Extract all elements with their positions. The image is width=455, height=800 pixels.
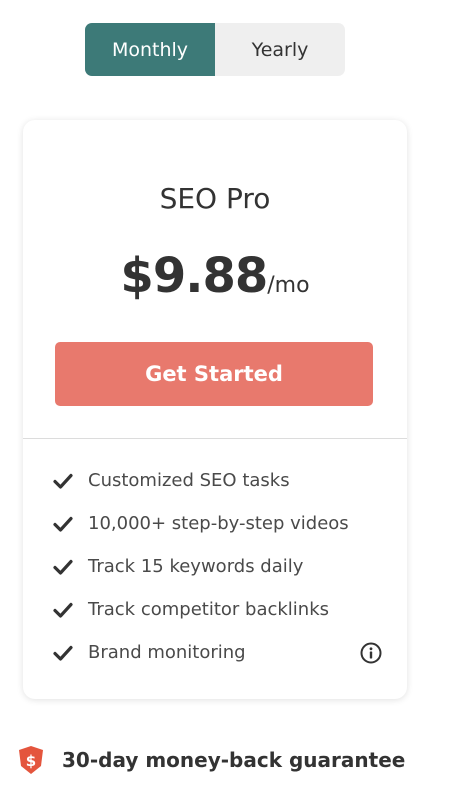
billing-toggle: Monthly Yearly xyxy=(85,23,345,76)
price-amount: $9.88 xyxy=(120,248,268,304)
monthly-toggle-button[interactable]: Monthly xyxy=(85,23,215,76)
money-back-guarantee: $ 30-day money-back guarantee xyxy=(18,745,405,775)
checkmark-icon xyxy=(52,601,74,619)
plan-price: $9.88/mo xyxy=(23,248,407,304)
pricing-card: SEO Pro $9.88/mo Get Started Customized … xyxy=(23,120,407,699)
feature-item: Customized SEO tasks xyxy=(52,459,382,502)
price-period: /mo xyxy=(267,273,310,298)
shield-glyph: $ xyxy=(26,752,36,770)
guarantee-text: 30-day money-back guarantee xyxy=(62,748,406,772)
feature-label: Track 15 keywords daily xyxy=(88,556,304,577)
feature-item: 10,000+ step-by-step videos xyxy=(52,502,382,545)
feature-item: Brand monitoring xyxy=(52,631,382,674)
feature-list: Customized SEO tasks 10,000+ step-by-ste… xyxy=(52,459,382,674)
info-icon[interactable] xyxy=(360,642,382,664)
feature-label: Brand monitoring xyxy=(88,642,246,663)
feature-item: Track 15 keywords daily xyxy=(52,545,382,588)
dollar-shield-icon: $ xyxy=(18,745,44,775)
checkmark-icon xyxy=(52,644,74,662)
yearly-toggle-button[interactable]: Yearly xyxy=(215,23,345,76)
card-divider xyxy=(23,438,407,439)
plan-name: SEO Pro xyxy=(159,182,271,215)
feature-item: Track competitor backlinks xyxy=(52,588,382,631)
checkmark-icon xyxy=(52,472,74,490)
checkmark-icon xyxy=(52,558,74,576)
feature-label: Customized SEO tasks xyxy=(88,470,290,491)
feature-label: 10,000+ step-by-step videos xyxy=(88,513,349,534)
get-started-button[interactable]: Get Started xyxy=(55,342,373,406)
checkmark-icon xyxy=(52,515,74,533)
feature-label: Track competitor backlinks xyxy=(88,599,330,620)
